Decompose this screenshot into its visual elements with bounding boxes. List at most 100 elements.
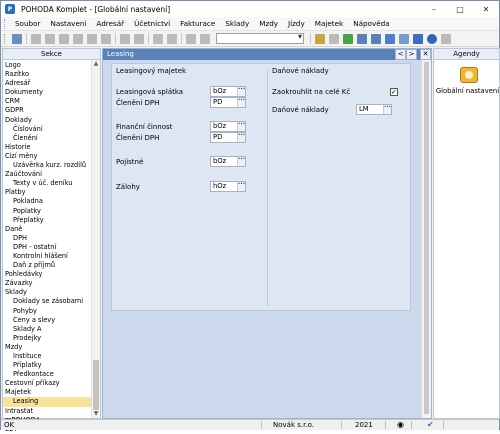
options-icon[interactable] [441, 33, 451, 44]
sidebar-item[interactable]: Mzdy [3, 343, 100, 352]
quick-filter-combo[interactable] [216, 32, 304, 44]
duplicate-record-icon[interactable] [87, 33, 97, 44]
menu-item[interactable]: Účetnictví [129, 19, 175, 28]
agenda-item-global-settings[interactable]: Globální nastavení [434, 87, 500, 95]
ellipsis-icon[interactable]: ••• [237, 87, 245, 96]
sidebar-item[interactable]: Ceny a slevy [3, 316, 100, 325]
menu-item[interactable]: Majetek [310, 19, 348, 28]
sidebar-item[interactable]: Kontrolní hlášení [3, 252, 100, 261]
help-icon[interactable] [427, 33, 437, 44]
menu-item[interactable]: Nápověda [348, 19, 394, 28]
sidebar-item[interactable]: Cizí měny [3, 152, 100, 161]
menu-item[interactable]: Fakturace [175, 19, 220, 28]
menu-item[interactable]: Adresář [91, 19, 129, 28]
sidebar-item[interactable]: Členění [3, 134, 100, 143]
section-scrollbar[interactable]: ▲ ▼ [91, 60, 100, 418]
sidebar-item[interactable]: Pohledávky [3, 270, 100, 279]
menu-item[interactable]: Mzdy [254, 19, 283, 28]
agenda-list-icon[interactable] [12, 33, 22, 44]
sidebar-item[interactable]: Adresář [3, 79, 100, 88]
sidebar-item[interactable]: Sklady A [3, 325, 100, 334]
settings-icon[interactable] [460, 67, 478, 83]
leasing-payment-combo[interactable]: bOz ••• [210, 86, 246, 97]
sidebar-item[interactable]: Příplatky [3, 361, 100, 370]
sidebar-item[interactable]: Předkontace [3, 370, 100, 379]
sidebar-item[interactable]: Závazky [3, 279, 100, 288]
sidebar-item[interactable]: Pohyby [3, 307, 100, 316]
sidebar-item[interactable]: GDPR [3, 106, 100, 115]
sidebar-item[interactable]: Přeplatky [3, 216, 100, 225]
advances-combo[interactable]: hOz ••• [210, 181, 246, 192]
export-icon[interactable] [385, 33, 395, 44]
print-icon[interactable] [357, 33, 367, 44]
sidebar-item[interactable]: Logo [3, 61, 100, 70]
ellipsis-icon[interactable]: ••• [383, 105, 391, 114]
sidebar-item[interactable]: Uzávěrka kurz. rozdílů [3, 161, 100, 170]
next-tab-button[interactable]: > [406, 49, 417, 60]
sidebar-item[interactable]: Poplatky [3, 207, 100, 216]
edit-record-icon[interactable] [45, 33, 55, 44]
round-checkbox[interactable]: ✓ [390, 88, 398, 96]
scroll-up-icon[interactable]: ▲ [92, 60, 100, 68]
ellipsis-icon[interactable]: ••• [237, 133, 245, 142]
save-record-icon[interactable] [59, 33, 69, 44]
globe-icon[interactable]: ◉ [397, 420, 404, 430]
tile-icon[interactable] [399, 33, 409, 44]
sidebar-item[interactable]: Leasing [3, 397, 100, 407]
scroll-down-icon[interactable]: ▼ [92, 410, 100, 418]
arrow-down-icon[interactable] [200, 33, 210, 44]
refresh-icon[interactable] [343, 33, 353, 44]
sidebar-item[interactable]: Instituce [3, 352, 100, 361]
sidebar-item[interactable]: DPH [3, 234, 100, 243]
sidebar-item[interactable]: Prodejky [3, 334, 100, 343]
menu-item[interactable]: Sklady [220, 19, 254, 28]
ellipsis-icon[interactable]: ••• [237, 98, 245, 107]
delete-record-icon[interactable] [101, 33, 111, 44]
remove-icon[interactable] [167, 33, 177, 44]
vat-classification-combo[interactable]: PD ••• [210, 97, 246, 108]
sidebar-item[interactable]: Dokumenty [3, 88, 100, 97]
settings-scrollbar[interactable] [421, 60, 431, 418]
sidebar-item[interactable]: Pokladna [3, 197, 100, 206]
minimize-button[interactable]: – [421, 1, 447, 17]
sidebar-item[interactable]: Zaúčtování [3, 170, 100, 179]
ellipsis-icon[interactable]: ••• [237, 157, 245, 166]
sidebar-item[interactable]: DPH - ostatní [3, 243, 100, 252]
calendar-icon[interactable] [371, 33, 381, 44]
sidebar-item[interactable]: Doklady [3, 116, 100, 125]
menu-item[interactable]: Nastavení [45, 19, 91, 28]
sidebar-item[interactable]: Majetek [3, 388, 100, 397]
sidebar-item[interactable]: Texty v úč. deníku [3, 179, 100, 188]
filter-icon[interactable] [315, 33, 325, 44]
vat-classification-2-combo[interactable]: PD ••• [210, 132, 246, 143]
sidebar-item[interactable]: Doklady se zásobami [3, 297, 100, 306]
ellipsis-icon[interactable]: ••• [237, 182, 245, 191]
sidebar-item[interactable]: Číslování [3, 125, 100, 134]
close-tab-button[interactable]: ✕ [420, 49, 431, 60]
sidebar-item[interactable]: Daň z příjmů [3, 261, 100, 270]
sidebar-item[interactable]: Razítko [3, 70, 100, 79]
menu-item[interactable]: Jízdy [283, 19, 310, 28]
sidebar-item[interactable]: Sklady [3, 288, 100, 297]
search-icon[interactable] [329, 33, 339, 44]
sidebar-item[interactable]: Historie [3, 143, 100, 152]
maximize-button[interactable]: □ [447, 1, 473, 17]
sidebar-item[interactable]: Daně [3, 225, 100, 234]
cancel-record-icon[interactable] [73, 33, 83, 44]
insurance-combo[interactable]: bOz ••• [210, 156, 246, 167]
ellipsis-icon[interactable]: ••• [237, 122, 245, 131]
undo-icon[interactable] [120, 33, 130, 44]
tax-costs-combo[interactable]: LM ••• [356, 104, 392, 115]
close-button[interactable]: ✕ [473, 1, 499, 17]
scroll-thumb[interactable] [93, 360, 99, 410]
menu-item[interactable]: Soubor [10, 19, 45, 28]
tools-icon[interactable] [134, 33, 144, 44]
sidebar-item[interactable]: Intrastat [3, 407, 100, 416]
scroll-thumb[interactable] [424, 62, 429, 414]
sidebar-item[interactable]: Platby [3, 188, 100, 197]
add-icon[interactable] [153, 33, 163, 44]
new-record-icon[interactable] [31, 33, 41, 44]
financial-activity-combo[interactable]: bOz ••• [210, 121, 246, 132]
sidebar-item[interactable]: Cestovní příkazy [3, 379, 100, 388]
sidebar-item[interactable]: CRM [3, 97, 100, 106]
